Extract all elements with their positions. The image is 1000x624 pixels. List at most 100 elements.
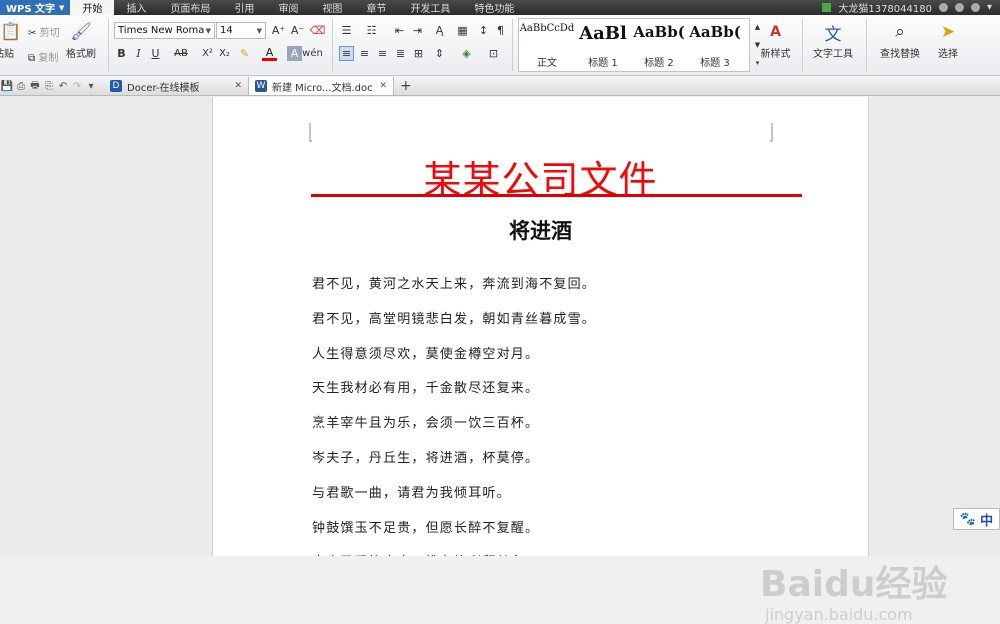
increase-indent-icon[interactable]: ⇥ [410, 23, 425, 38]
doc-tab-1[interactable]: W 新建 Micro...文档.doc * ✕ [249, 77, 394, 95]
align-right-icon[interactable]: ≡ [375, 46, 390, 61]
justify-icon[interactable]: ≣ [393, 46, 408, 61]
export-pdf-icon[interactable]: ⎙ [14, 81, 28, 92]
menu-bar: WPS 文字 ▼ 开始 插入 页面布局 引用 审阅 视图 章节 开发工具 特色功能 大龙猫137… [0, 0, 1000, 15]
undo-icon[interactable]: ↶ [56, 81, 70, 92]
menu-item-0[interactable]: 开始 [70, 0, 115, 15]
line-spacing-icon[interactable]: ⇕ [432, 46, 447, 61]
skin-icon[interactable] [938, 3, 948, 12]
font-size-combo[interactable]: 14 ▼ [216, 22, 266, 39]
subscript-icon[interactable]: X₂ [217, 46, 232, 61]
ime-indicator[interactable]: 🐾 中 [953, 508, 1000, 530]
ribbon: 📋 粘贴 ✂ 剪切 ⧉ 复制 🖌 格式刷 Times New Roma▼ 14▼… [0, 15, 1000, 76]
menu-item-3[interactable]: 引用 [222, 0, 266, 15]
style-item-2[interactable]: AaBb(标题 2 [631, 19, 687, 71]
style-preview: AaBb( [633, 23, 685, 41]
customize-icon[interactable]: ▾ [84, 81, 98, 92]
align-center-icon[interactable]: ≡ [357, 46, 372, 61]
separator [512, 19, 513, 71]
redo-icon[interactable]: ↷ [70, 81, 84, 92]
margin-corner-top-left [309, 123, 312, 142]
find-replace-button[interactable]: ⌕ 查找替换 [872, 21, 928, 60]
highlight-icon[interactable]: ✎ [237, 46, 252, 61]
style-gallery: AaBbCcDd 正文 AaBl 标题 1 AaBb(标题 2 AaBb(标题 3 [518, 18, 750, 72]
poem-line: 古来圣贤皆寂寞，惟有饮者留其名。 [312, 551, 539, 556]
close-icon[interactable]: ✕ [234, 81, 242, 91]
underline-icon[interactable]: U [148, 46, 163, 61]
new-tab-icon[interactable]: + [394, 78, 418, 94]
superscript-icon[interactable]: X² [200, 46, 215, 61]
user-avatar-icon[interactable] [822, 3, 832, 12]
user-area: 大龙猫1378044180 ▾ [822, 0, 1000, 15]
show-marks-icon[interactable]: ¶ [493, 23, 508, 38]
align-left-icon[interactable]: ≡ [339, 46, 354, 61]
separator [802, 19, 803, 71]
style-item-1[interactable]: AaBl 标题 1 [575, 19, 631, 71]
shrink-font-icon[interactable]: A⁻ [290, 23, 305, 38]
text-tools-label: 文字工具 [813, 49, 853, 60]
copy-label: 复制 [38, 53, 59, 64]
document-page[interactable]: 某某公司文件 将进酒 君不见，黄河之水天上来，奔流到海不复回。 君不见，高堂明镜悲… [212, 97, 869, 556]
chevron-down-icon: ▼ [205, 26, 211, 35]
document-icon: W [255, 80, 267, 92]
poem-line: 钟鼓馔玉不足贵，但愿长醉不复醒。 [312, 520, 540, 536]
style-name: 正文 [537, 58, 557, 69]
bold-icon[interactable]: B [114, 46, 129, 61]
style-item-3[interactable]: AaBb(标题 3 [687, 19, 743, 71]
close-icon[interactable]: ✕ [379, 81, 387, 91]
clear-format-icon[interactable]: ⌫ [310, 23, 326, 38]
char-shading-icon[interactable]: A [287, 46, 302, 61]
user-name[interactable]: 大龙猫1378044180 [838, 0, 932, 15]
separator [332, 19, 333, 71]
font-color-icon[interactable]: A [262, 46, 277, 61]
numbered-list-icon[interactable]: ☷ [364, 23, 379, 38]
style-item-0[interactable]: AaBbCcDd 正文 [519, 19, 575, 71]
cut-button[interactable]: ✂ 剪切 [28, 24, 60, 39]
menu-item-6[interactable]: 章节 [354, 0, 398, 15]
italic-icon[interactable]: I [131, 46, 146, 61]
paste-label: 粘贴 [0, 49, 14, 60]
chevron-down-icon: ▼ [59, 3, 65, 12]
text-direction-icon[interactable]: Ą [432, 23, 447, 38]
save-icon[interactable]: 💾 [0, 81, 14, 92]
settings-icon[interactable] [954, 3, 964, 12]
poem-line: 岑夫子，丹丘生，将进酒，杯莫停。 [312, 451, 540, 466]
print-icon[interactable]: 🖶 [28, 78, 42, 95]
help-icon[interactable] [970, 3, 980, 12]
grow-font-icon[interactable]: A⁺ [271, 23, 286, 38]
menu-item-5[interactable]: 视图 [310, 0, 354, 15]
phonetic-icon[interactable]: wén [302, 46, 323, 61]
poem-line: 君不见，高堂明镜悲白发，朝如青丝暮成雪。 [312, 311, 597, 327]
font-name-combo[interactable]: Times New Roma ▼ [114, 22, 215, 39]
menu-item-4[interactable]: 审阅 [266, 0, 310, 15]
select-label: 选择 [938, 49, 958, 60]
menu-item-1[interactable]: 插入 [114, 0, 158, 15]
table-icon[interactable]: ▦ [455, 23, 470, 38]
copy-button[interactable]: ⧉ 复制 [28, 49, 58, 64]
border-icon[interactable]: ⊡ [486, 46, 501, 61]
text-tools-button[interactable]: 文 文字工具 [808, 21, 858, 61]
menu-item-7[interactable]: 开发工具 [398, 0, 462, 15]
shading-icon[interactable]: ◈ [459, 46, 474, 61]
format-painter-button[interactable]: 🖌 格式刷 [66, 21, 96, 60]
print-preview-icon[interactable]: ⎘ [42, 81, 56, 92]
strikethrough-icon[interactable]: AB [170, 46, 192, 61]
decrease-indent-icon[interactable]: ⇤ [392, 23, 407, 38]
paste-button[interactable]: 📋 粘贴 [0, 21, 22, 60]
menu-item-8[interactable]: 特色功能 [462, 0, 526, 15]
copy-icon: ⧉ [28, 53, 36, 64]
app-menu-button[interactable]: WPS 文字 ▼ [0, 0, 71, 15]
new-style-button[interactable]: A 新样式 [753, 21, 798, 60]
watermark-url: jingyan.baidu.com [765, 605, 913, 624]
style-preview: AaBb( [689, 23, 741, 41]
format-painter-label: 格式刷 [66, 49, 96, 60]
sort-icon[interactable]: ↕ [476, 23, 491, 38]
menu-item-2[interactable]: 页面布局 [158, 0, 222, 15]
cursor-icon: ➤ [940, 22, 956, 42]
distribute-icon[interactable]: ⊞ [411, 46, 426, 61]
select-button[interactable]: ➤ 选择 [930, 21, 966, 60]
bullet-list-icon[interactable]: ☰ [339, 23, 354, 38]
separator [866, 19, 867, 71]
doc-tab-0[interactable]: D Docer-在线模板 ✕ [104, 77, 249, 95]
shirt-icon[interactable]: ▾ [987, 2, 992, 13]
